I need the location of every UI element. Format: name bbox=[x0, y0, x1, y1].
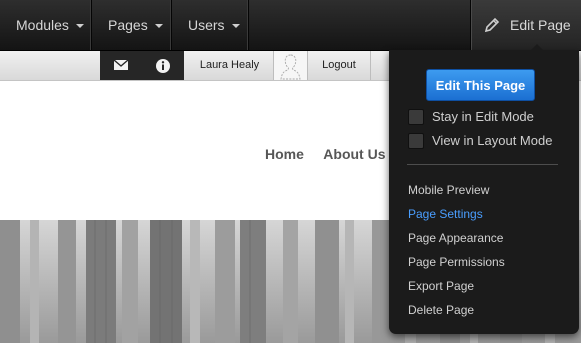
modules-menu-label: Modules bbox=[16, 17, 69, 33]
modules-menu-button[interactable]: Modules bbox=[0, 0, 92, 50]
page-permissions-item[interactable]: Page Permissions bbox=[408, 254, 505, 270]
pencil-icon bbox=[484, 17, 500, 33]
view-in-layout-mode-checkbox[interactable] bbox=[408, 133, 424, 149]
info-icon bbox=[156, 59, 170, 73]
messages-button[interactable] bbox=[105, 51, 137, 80]
quick-icons-group bbox=[100, 51, 184, 80]
control-bar: Modules Pages Users Edit Page bbox=[0, 0, 581, 51]
chevron-down-icon bbox=[154, 24, 163, 28]
nav-about-link[interactable]: About Us bbox=[323, 146, 385, 162]
edit-page-button[interactable]: Edit Page bbox=[470, 0, 581, 50]
envelope-icon bbox=[113, 59, 129, 70]
delete-page-item[interactable]: Delete Page bbox=[408, 302, 474, 318]
avatar[interactable] bbox=[274, 51, 308, 80]
chevron-down-icon bbox=[231, 24, 240, 28]
stay-in-edit-mode-label: Stay in Edit Mode bbox=[432, 109, 534, 124]
page-appearance-item[interactable]: Page Appearance bbox=[408, 230, 503, 246]
edit-page-dropdown: Edit This Page Stay in Edit Mode View in… bbox=[389, 44, 579, 334]
mobile-preview-item[interactable]: Mobile Preview bbox=[408, 182, 489, 198]
pages-menu-label: Pages bbox=[108, 17, 148, 33]
view-in-layout-mode-label: View in Layout Mode bbox=[432, 133, 553, 148]
pages-menu-button[interactable]: Pages bbox=[92, 0, 172, 50]
page-settings-item[interactable]: Page Settings bbox=[408, 206, 483, 222]
chevron-down-icon bbox=[75, 24, 84, 28]
users-menu-button[interactable]: Users bbox=[172, 0, 249, 50]
user-silhouette-icon bbox=[280, 54, 301, 80]
users-menu-label: Users bbox=[188, 17, 225, 33]
user-name-link[interactable]: Laura Healy bbox=[186, 51, 274, 80]
notifications-button[interactable] bbox=[147, 51, 179, 80]
nav-home-link[interactable]: Home bbox=[265, 146, 304, 162]
stay-in-edit-mode-checkbox[interactable] bbox=[408, 109, 424, 125]
site-navigation: Home About Us bbox=[265, 146, 402, 162]
menu-divider bbox=[407, 164, 558, 165]
edit-this-page-button[interactable]: Edit This Page bbox=[426, 69, 535, 101]
export-page-item[interactable]: Export Page bbox=[408, 278, 474, 294]
dropdown-pointer bbox=[531, 44, 543, 50]
logout-link[interactable]: Logout bbox=[308, 51, 371, 80]
edit-page-label: Edit Page bbox=[510, 17, 571, 33]
